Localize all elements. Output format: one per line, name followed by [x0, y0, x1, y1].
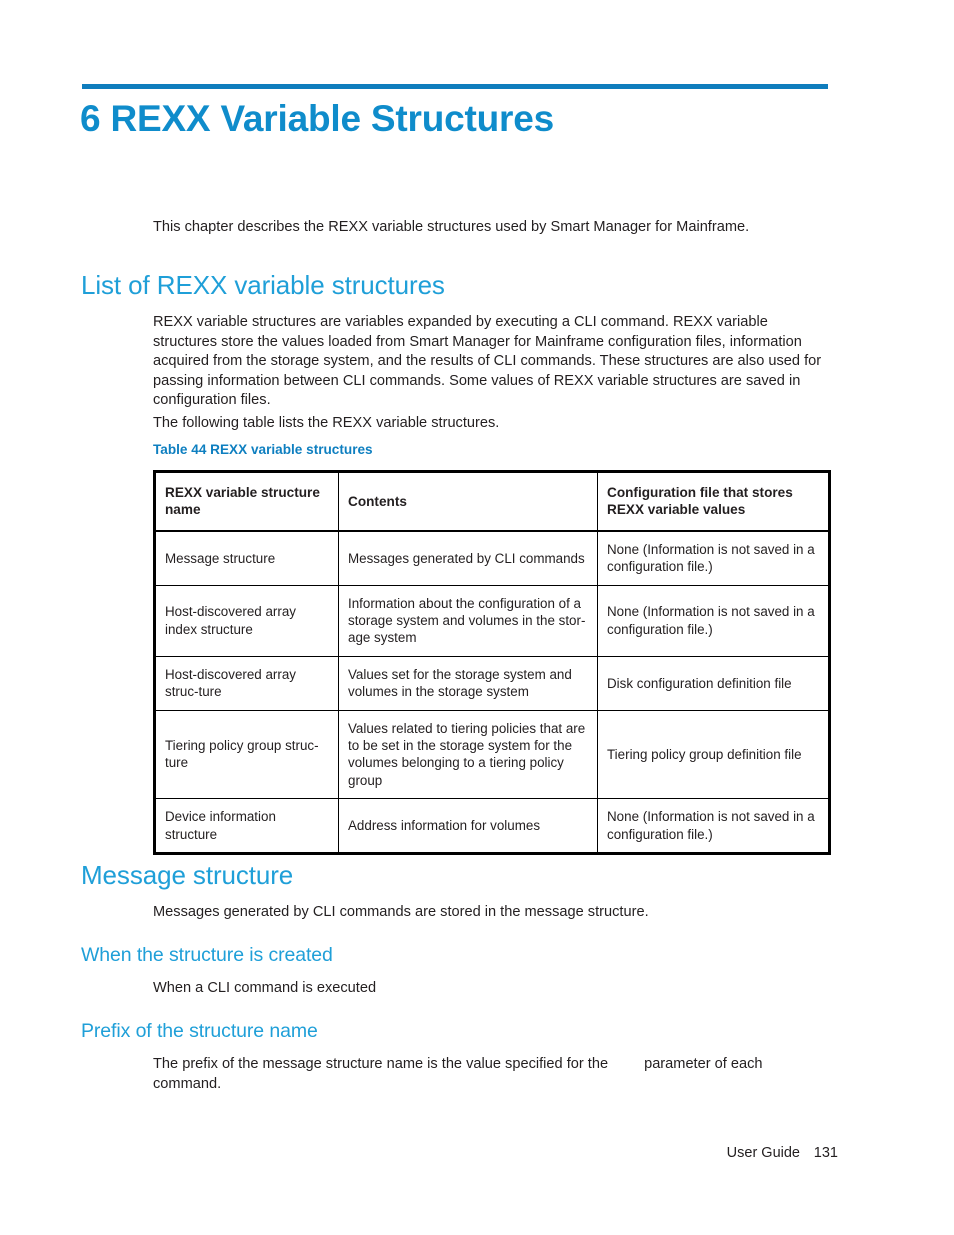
heading-message-structure: Message structure	[81, 860, 294, 890]
cell-contents: Address information for volumes	[338, 798, 598, 855]
chapter-intro-paragraph: This chapter describes the REXX variable…	[153, 219, 750, 235]
cell-configuration-file: None (Information is not saved in a conf…	[597, 584, 830, 657]
cell-configuration-file: Disk configuration definition file	[597, 655, 830, 711]
page-footer: User Guide 131	[0, 1145, 954, 1165]
message-structure-paragraph: Messages generated by CLI commands are s…	[153, 904, 649, 920]
cell-contents: Messages generated by CLI commands	[338, 530, 598, 586]
prefix-paragraph-before: The prefix of the message structure name…	[153, 1056, 609, 1072]
cell-configuration-file: Tiering policy group definition file	[597, 709, 830, 800]
column-header-configuration-file: Configuration file that stores REXX vari…	[597, 470, 830, 532]
cell-contents: Information about the configuration of a…	[338, 584, 598, 657]
table-row: Message structure Messages generated by …	[154, 530, 830, 586]
table-row: Device information structure Address inf…	[154, 798, 830, 855]
cell-structure-name: Host-discovered array index structure	[154, 584, 339, 657]
rexx-variable-structures-table: REXX variable structure name Contents Co…	[153, 470, 831, 856]
table-row: Tiering policy group struc-ture Values r…	[154, 709, 830, 800]
chapter-rule	[82, 84, 828, 89]
footer-page-number: 131	[813, 1145, 838, 1161]
document-page: 6 REXX Variable Structures This chapter …	[0, 0, 954, 1235]
footer-document-label: User Guide	[726, 1145, 800, 1161]
heading-list-of-rexx-variable-structures: List of REXX variable structures	[81, 270, 445, 300]
table-row: Host-discovered array struc-ture Values …	[154, 655, 830, 711]
heading-when-the-structure-is-created: When the structure is created	[81, 944, 333, 966]
list-section-paragraph-1: REXX variable structures are variables e…	[153, 314, 822, 408]
cell-structure-name: Message structure	[154, 530, 339, 586]
table-row: Host-discovered array index structure In…	[154, 584, 830, 657]
cell-contents: Values set for the storage system and vo…	[338, 655, 598, 711]
cell-contents: Values related to tiering policies that …	[338, 709, 598, 800]
heading-prefix-of-the-structure-name: Prefix of the structure name	[81, 1020, 318, 1042]
cell-structure-name: Tiering policy group struc-ture	[154, 709, 339, 800]
page-title: 6 REXX Variable Structures	[80, 98, 554, 139]
cell-structure-name: Device information structure	[154, 798, 339, 855]
cell-structure-name: Host-discovered array struc-ture	[154, 655, 339, 711]
column-header-contents: Contents	[338, 470, 598, 532]
column-header-structure-name: REXX variable structure name	[154, 470, 339, 532]
list-section-paragraph-2: The following table lists the REXX varia…	[153, 415, 500, 431]
prefix-of-structure-name-paragraph: The prefix of the message structure name…	[153, 1055, 829, 1094]
when-structure-created-paragraph: When a CLI command is executed	[153, 980, 377, 996]
table-caption: Table 44 REXX variable structures	[153, 442, 373, 457]
table-header-row: REXX variable structure name Contents Co…	[154, 470, 830, 532]
cell-configuration-file: None (Information is not saved in a conf…	[597, 798, 830, 855]
cell-configuration-file: None (Information is not saved in a conf…	[597, 530, 830, 586]
